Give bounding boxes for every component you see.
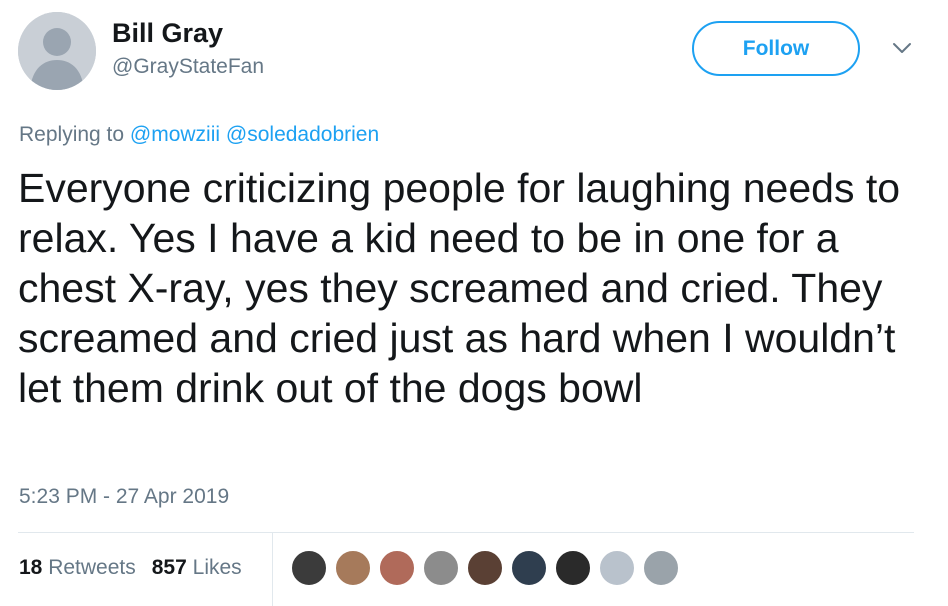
mention-link-soledadobrien[interactable]: @soledadobrien bbox=[226, 123, 379, 146]
liker-avatar[interactable] bbox=[598, 549, 636, 587]
liker-avatar[interactable] bbox=[510, 549, 548, 587]
follow-button[interactable]: Follow bbox=[692, 21, 860, 76]
tweet-stats: 18 Retweets 857 Likes bbox=[19, 556, 242, 580]
liker-avatar[interactable] bbox=[642, 549, 680, 587]
avatar[interactable] bbox=[18, 12, 96, 90]
retweets-count: 18 bbox=[19, 556, 43, 579]
tweet-timestamp[interactable]: 5:23 PM - 27 Apr 2019 bbox=[19, 485, 229, 509]
liker-avatar[interactable] bbox=[378, 549, 416, 587]
likes-stat[interactable]: 857 Likes bbox=[152, 556, 242, 580]
stats-divider bbox=[272, 533, 273, 606]
reply-context: Replying to @mowziii @soledadobrien bbox=[19, 123, 379, 147]
divider bbox=[18, 532, 914, 533]
reply-prefix: Replying to bbox=[19, 123, 125, 146]
liker-avatar[interactable] bbox=[334, 549, 372, 587]
liker-avatar[interactable] bbox=[554, 549, 592, 587]
likes-label: Likes bbox=[192, 556, 242, 579]
display-name[interactable]: Bill Gray bbox=[112, 18, 223, 49]
liker-avatar[interactable] bbox=[466, 549, 504, 587]
liker-avatars bbox=[290, 549, 680, 587]
default-avatar-icon bbox=[18, 12, 96, 90]
retweets-stat[interactable]: 18 Retweets bbox=[19, 556, 136, 580]
liker-avatar[interactable] bbox=[422, 549, 460, 587]
retweets-label: Retweets bbox=[48, 556, 136, 579]
mention-link-mowziii[interactable]: @mowziii bbox=[130, 123, 220, 146]
liker-avatar[interactable] bbox=[290, 549, 328, 587]
user-handle[interactable]: @GrayStateFan bbox=[112, 55, 264, 79]
likes-count: 857 bbox=[151, 556, 187, 579]
tweet-text: Everyone criticizing people for laughing… bbox=[18, 165, 901, 411]
chevron-down-icon[interactable] bbox=[890, 38, 914, 58]
